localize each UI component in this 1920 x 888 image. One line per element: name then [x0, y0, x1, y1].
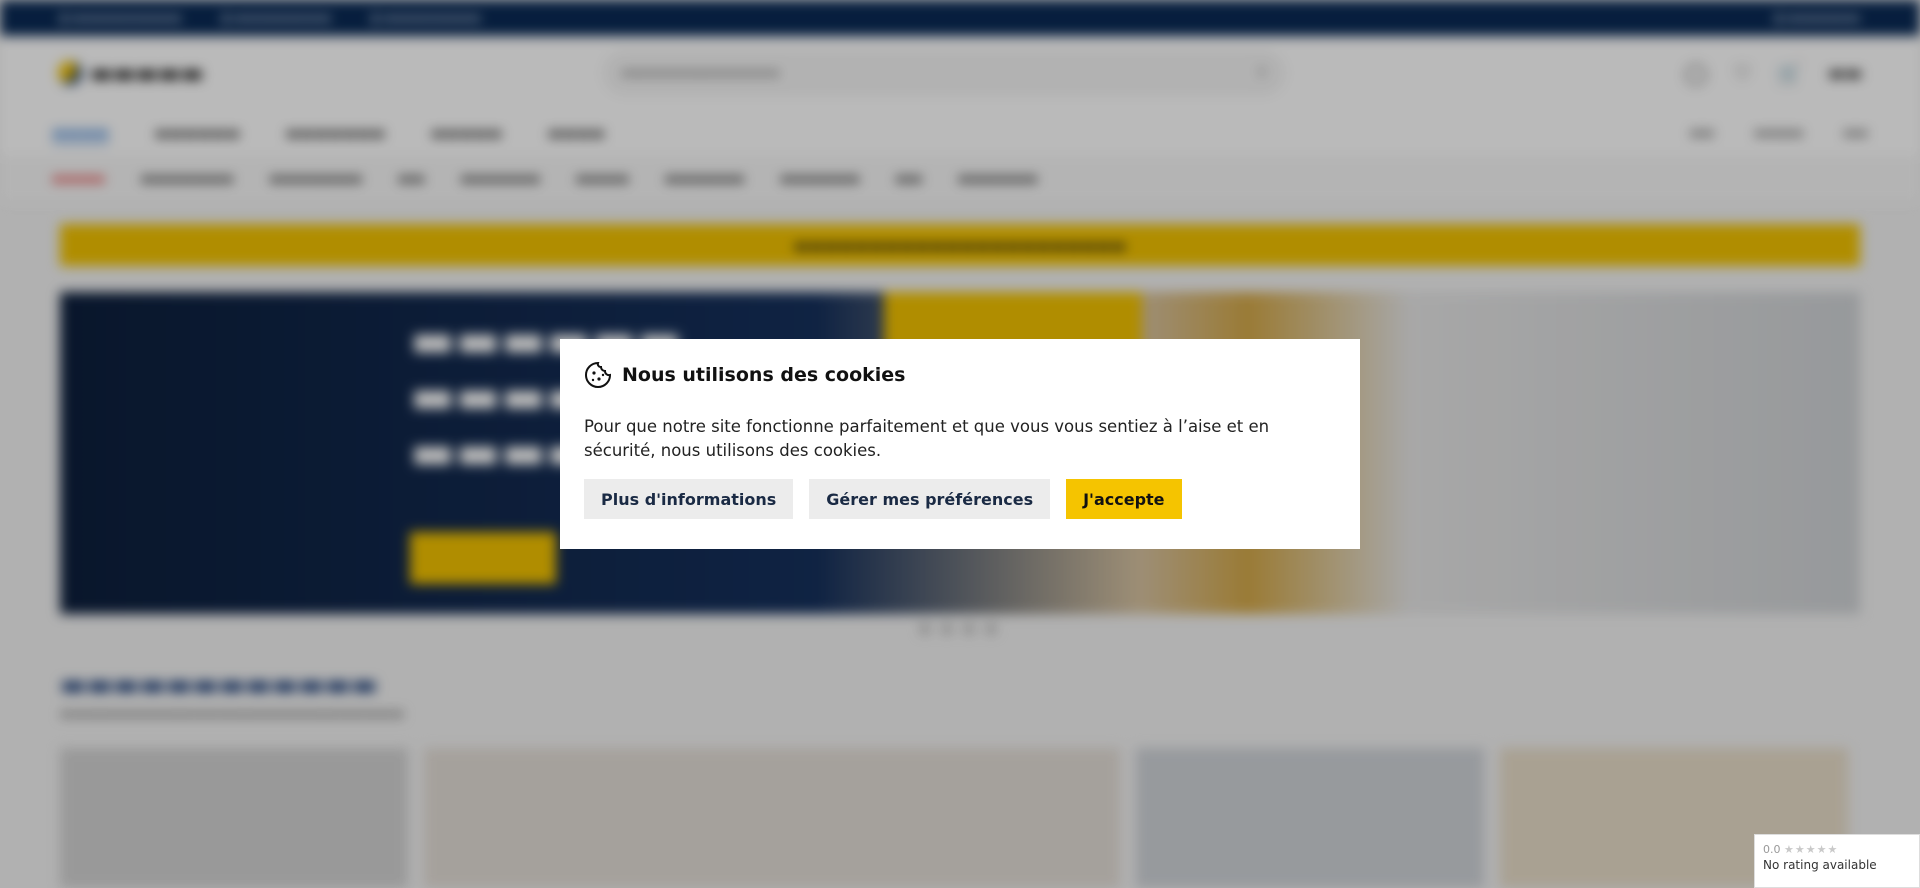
cookie-dialog-actions: Plus d'informations Gérer mes préférence… [584, 479, 1336, 519]
cookie-dialog-text: Pour que notre site fonctionne parfaitem… [584, 417, 1270, 460]
rating-label: No rating available [1763, 858, 1877, 872]
cookie-dialog-header: Nous utilisons des cookies [584, 361, 1336, 389]
rating-stars: 0.0 ★★★★★ [1763, 843, 1911, 856]
accept-cookies-button[interactable]: J'accepte [1066, 479, 1182, 519]
star-icons: ★★★★★ [1784, 843, 1839, 856]
cookie-dialog: Nous utilisons des cookies Pour que notr… [560, 339, 1360, 549]
manage-preferences-button[interactable]: Gérer mes préférences [809, 479, 1051, 519]
cookie-icon [585, 361, 612, 388]
cookie-dialog-title: Nous utilisons des cookies [622, 364, 906, 386]
rating-score: 0.0 [1763, 843, 1781, 856]
rating-badge[interactable]: 0.0 ★★★★★ No rating available [1754, 834, 1920, 888]
more-info-button[interactable]: Plus d'informations [584, 479, 794, 519]
